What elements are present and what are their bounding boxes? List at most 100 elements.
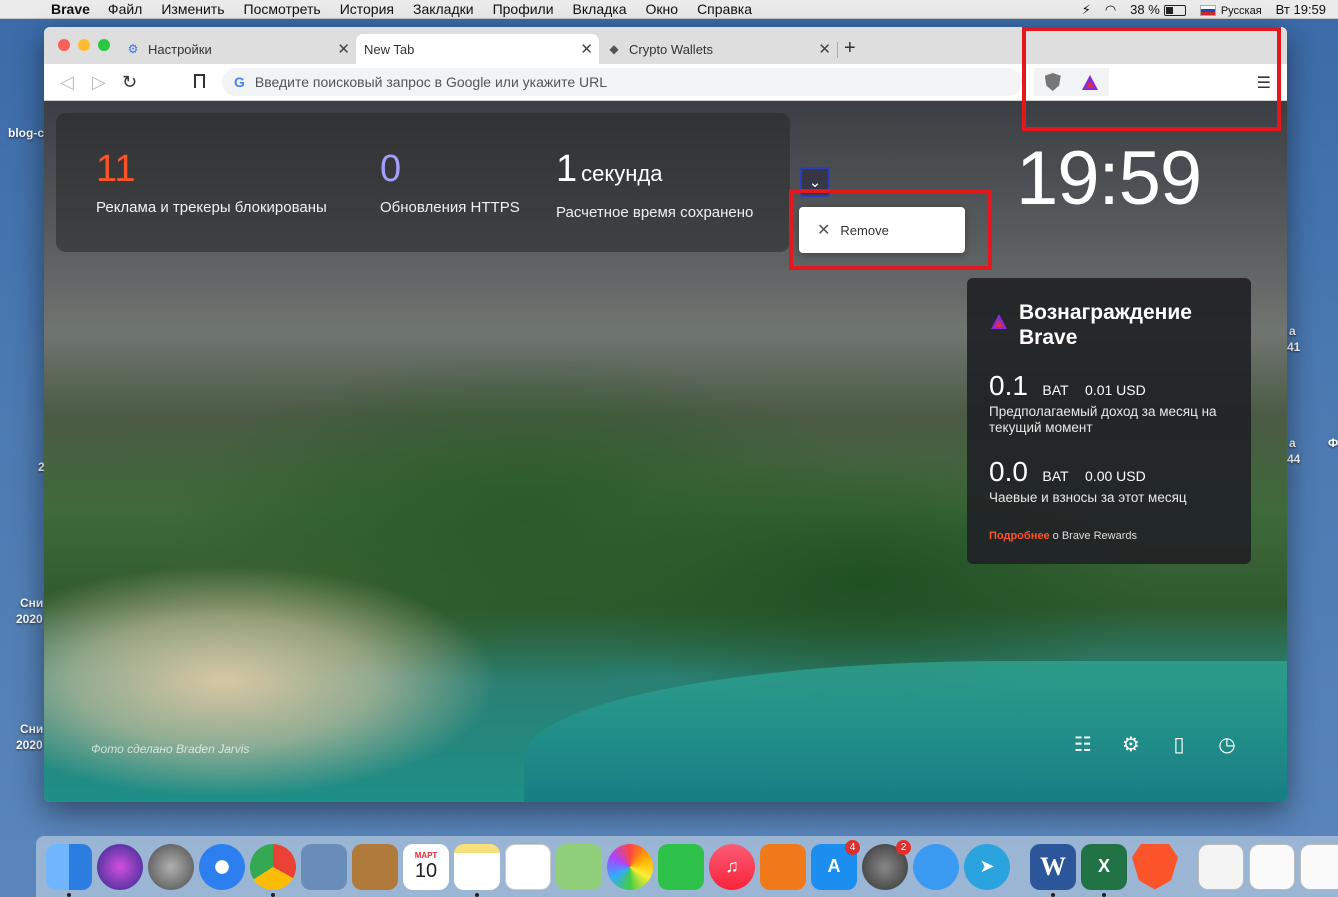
close-window-button[interactable]: [58, 39, 70, 51]
estimate-desc: Предполагаемый доход за месяц на текущий…: [989, 404, 1217, 435]
reminders-icon[interactable]: [505, 843, 551, 890]
stats-widget: 11 Реклама и трекеры блокированы 0 Обнов…: [56, 113, 790, 252]
tab-new-tab[interactable]: New Tab ✕: [356, 34, 599, 64]
menu-app-name[interactable]: Brave: [51, 1, 90, 17]
tab-label: New Tab: [364, 41, 415, 57]
bookmark-icon[interactable]: [194, 74, 205, 88]
bolt-icon[interactable]: ⚡: [1082, 2, 1091, 18]
settings-gear-icon[interactable]: ⚙: [1118, 731, 1144, 757]
close-tab-icon[interactable]: ✕: [337, 40, 350, 58]
screenshot-stack-icon[interactable]: [1249, 843, 1295, 890]
books-icon[interactable]: [760, 843, 806, 890]
maps-icon[interactable]: [556, 843, 602, 890]
tab-settings[interactable]: ⚙ Настройки ✕: [118, 34, 356, 64]
facetime-icon[interactable]: [658, 843, 704, 890]
minimize-window-button[interactable]: [78, 39, 90, 51]
learn-more-link[interactable]: Подробнее: [989, 530, 1050, 542]
address-bar[interactable]: G Введите поисковый запрос в Google или …: [222, 68, 1022, 96]
customize-icon[interactable]: ☷: [1070, 731, 1096, 757]
desktop-file-label[interactable]: Сни: [20, 722, 43, 736]
contacts-icon[interactable]: [352, 843, 398, 890]
ads-blocked-label: Реклама и трекеры блокированы: [96, 199, 327, 216]
desktop-file-label[interactable]: 44: [1287, 452, 1300, 466]
running-indicator: [271, 892, 275, 897]
photo-credit[interactable]: Фото сделано Braden Jarvis: [91, 742, 249, 756]
reload-icon[interactable]: ↻: [122, 72, 137, 93]
menu-help[interactable]: Справка: [697, 1, 752, 17]
tips-desc: Чаевые и взносы за этот месяц: [989, 490, 1187, 505]
tab-label: Настройки: [148, 41, 212, 57]
notes-icon[interactable]: [454, 843, 500, 897]
rewards-widget: Вознаграждение Brave 0.1 BAT 0.01 USD Пр…: [967, 278, 1251, 564]
calendar-icon[interactable]: МАРТ 10: [403, 843, 449, 890]
rewards-title-line1: Вознаграждение: [1019, 301, 1192, 324]
app-store-icon[interactable]: A4: [811, 839, 860, 890]
siri-icon[interactable]: [97, 843, 143, 890]
mail-icon[interactable]: [301, 843, 347, 890]
running-indicator: [67, 892, 71, 897]
telegram-icon[interactable]: ➤: [964, 843, 1010, 890]
input-source-label: Русская: [1220, 5, 1262, 17]
battery-status[interactable]: 38 %: [1130, 2, 1186, 17]
excel-icon[interactable]: X: [1081, 843, 1127, 897]
estimate-value: 0.1: [989, 370, 1028, 401]
photos-icon[interactable]: [607, 843, 653, 890]
desktop-file-label[interactable]: Ф: [1328, 436, 1338, 450]
menu-clock[interactable]: Вт 19:59: [1276, 2, 1326, 17]
menu-window[interactable]: Окно: [646, 1, 679, 17]
russian-flag-icon: [1199, 5, 1216, 17]
document-stack-icon[interactable]: [1198, 843, 1244, 890]
history-icon[interactable]: ◷: [1214, 731, 1240, 757]
desktop-file-label[interactable]: 41: [1287, 340, 1300, 354]
messages-icon[interactable]: [913, 843, 959, 890]
zoom-window-button[interactable]: [98, 39, 110, 51]
app-store-badge: 4: [845, 839, 860, 855]
desktop-file-label[interactable]: а: [1289, 436, 1296, 450]
system-preferences-icon[interactable]: 2: [862, 839, 911, 890]
new-tab-page: 11 Реклама и трекеры блокированы 0 Обнов…: [44, 101, 1287, 802]
menu-edit[interactable]: Изменить: [161, 1, 224, 17]
desktop-file-label[interactable]: blog-c: [8, 126, 44, 140]
time-saved-unit: секунда: [581, 161, 663, 186]
estimate-unit: BAT: [1042, 382, 1069, 398]
brave-browser-icon[interactable]: [1132, 843, 1178, 890]
input-source[interactable]: Русская: [1199, 2, 1262, 17]
close-tab-icon[interactable]: ✕: [818, 40, 831, 58]
close-tab-icon[interactable]: ✕: [580, 40, 593, 58]
tab-divider: [837, 42, 838, 58]
menu-view[interactable]: Посмотреть: [244, 1, 321, 17]
desktop-file-label[interactable]: а: [1289, 324, 1296, 338]
desktop-file-label[interactable]: Сни: [20, 596, 43, 610]
menu-profiles[interactable]: Профили: [493, 1, 554, 17]
word-icon[interactable]: W: [1030, 843, 1076, 897]
wifi-icon[interactable]: ◠: [1105, 2, 1116, 18]
https-upgrades-label: Обновления HTTPS: [380, 199, 520, 216]
calendar-day: 10: [414, 859, 438, 882]
tab-crypto-wallets[interactable]: ◆ Crypto Wallets ✕: [599, 34, 837, 64]
menu-file[interactable]: Файл: [108, 1, 142, 17]
https-upgrades-stat: 0 Обновления HTTPS: [380, 149, 520, 216]
chrome-icon[interactable]: [250, 843, 296, 897]
new-tab-button[interactable]: +: [844, 37, 856, 60]
back-icon[interactable]: ◁: [60, 72, 74, 93]
menu-bookmarks[interactable]: Закладки: [413, 1, 474, 17]
desktop-file-label[interactable]: 2020: [16, 612, 43, 626]
safari-icon[interactable]: [199, 843, 245, 890]
launchpad-icon[interactable]: [148, 843, 194, 890]
finder-icon[interactable]: [46, 843, 92, 897]
time-saved-value: 1: [556, 148, 578, 190]
menu-history[interactable]: История: [340, 1, 394, 17]
desktop-file-label[interactable]: 2020: [16, 738, 43, 752]
tips-usd: 0.00 USD: [1085, 468, 1146, 484]
downloads-stack-icon[interactable]: [1300, 843, 1338, 890]
forward-icon[interactable]: ▷: [92, 72, 106, 93]
bookmarks-icon[interactable]: ▯: [1166, 731, 1192, 757]
music-icon[interactable]: ♫: [709, 843, 755, 890]
gear-icon: ⚙: [127, 42, 139, 56]
battery-text: 38 %: [1130, 2, 1160, 17]
menu-tab[interactable]: Вкладка: [573, 1, 627, 17]
highlight-box-extensions: [1022, 27, 1281, 131]
https-upgrades-count: 0: [380, 148, 402, 190]
time-saved-label: Расчетное время сохранено: [556, 204, 754, 221]
running-indicator: [475, 892, 479, 897]
